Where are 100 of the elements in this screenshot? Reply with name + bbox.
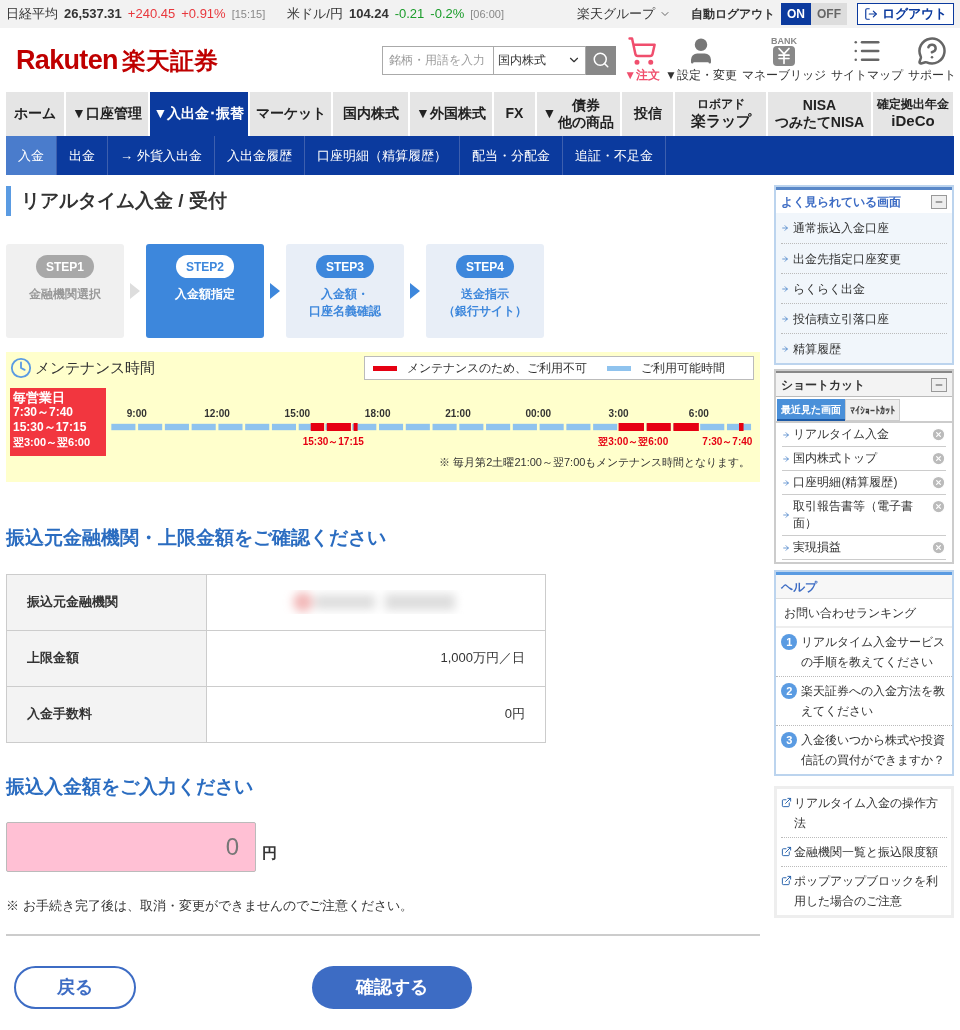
nav-tab[interactable]: 確定拠出年金 iDeCo	[873, 92, 953, 136]
external-link[interactable]: リアルタイム入金の操作方法	[781, 789, 947, 837]
nav-tab[interactable]: FX	[494, 92, 535, 136]
time-tick: 18:00	[364, 407, 391, 421]
ticker-time: [15:15]	[231, 6, 266, 22]
ticker-percent: +0.91%	[181, 5, 226, 24]
nav-tab[interactable]: ▼外国株式	[410, 92, 492, 136]
arrow-icon	[782, 478, 791, 487]
remove-icon[interactable]	[931, 451, 946, 466]
rank-number: 1	[781, 634, 798, 650]
popular-link[interactable]: 出金先指定口座変更	[781, 243, 947, 273]
shortcut-link[interactable]: 口座明細(精算履歴)	[782, 474, 923, 491]
sub-nav-link[interactable]: 出金	[57, 136, 108, 175]
remove-icon[interactable]	[931, 499, 946, 514]
help-ranking-link[interactable]: 2 楽天証券への入金方法を教えてください	[776, 676, 952, 725]
nav-tab[interactable]: ▼入出金･振替	[150, 92, 248, 136]
step-arrow-icon	[130, 283, 140, 299]
confirm-button[interactable]: 確認する	[312, 965, 472, 1009]
external-link[interactable]: ポップアップブロックを利用した場合のご注意	[781, 866, 947, 915]
sub-nav-link[interactable]: 入金	[6, 136, 57, 175]
header-icon-link[interactable]: BANK マネーブリッジ	[742, 37, 826, 84]
back-button[interactable]: 戻る	[14, 965, 136, 1009]
step-label: 入金額指定	[175, 286, 235, 303]
panel-title: よく見られている画面	[781, 193, 902, 211]
shortcut-link[interactable]: 国内株式トップ	[782, 450, 923, 467]
daily-title: 毎営業日	[13, 390, 66, 405]
arrow-icon	[782, 454, 791, 463]
arrow-icon	[781, 224, 790, 232]
nav-tab[interactable]: 国内株式	[333, 92, 408, 136]
external-link[interactable]: 金融機関一覧と振込限度額	[781, 837, 947, 866]
unit-label: 円	[262, 842, 277, 863]
panel-title: ショートカット	[781, 376, 866, 394]
shortcut-link[interactable]: 実現損益	[782, 539, 923, 556]
logout-button[interactable]: ログアウト	[857, 3, 954, 25]
logo[interactable]: Rakuten 楽天証券	[16, 39, 218, 81]
auto-logout-toggle[interactable]: ON OFF	[781, 3, 847, 25]
cart-icon	[627, 36, 658, 66]
remove-icon[interactable]	[931, 475, 946, 490]
popular-link[interactable]: 通常振込入金口座	[781, 213, 947, 243]
toggle-on-label: ON	[781, 3, 811, 25]
remove-icon[interactable]	[931, 540, 946, 555]
logo-japanese: 楽天証券	[121, 45, 218, 76]
maintenance-range-label: 7:30～7:40	[702, 435, 753, 449]
legend-label: メンテナンスのため、ご利用不可	[407, 360, 589, 377]
maintenance-title: メンテナンス時間	[35, 357, 155, 378]
search-field[interactable]: 銘柄・用語を入力	[382, 45, 495, 75]
sub-nav-link[interactable]: 追証・不足金	[562, 136, 666, 175]
search-button[interactable]	[586, 45, 617, 75]
time-tick: 21:00	[445, 407, 471, 421]
help-subtitle: お問い合わせランキング	[776, 599, 952, 628]
legend-label: ご利用可能時間	[641, 360, 726, 377]
collapse-button[interactable]	[931, 194, 947, 209]
ticker-name: 日経平均	[6, 5, 58, 24]
auto-logout-label: 自動ログアウト	[691, 6, 775, 23]
header-icon-link[interactable]: ▼設定・変更	[665, 36, 737, 84]
new-window-icon	[781, 846, 793, 857]
help-ranking-link[interactable]: 3 入金後いつから株式や投資信託の買付ができますか？	[776, 725, 952, 774]
group-menu[interactable]: 楽天グループ	[577, 4, 671, 24]
unavailable-swatch-icon	[373, 365, 398, 371]
collapse-button[interactable]	[931, 377, 947, 392]
available-swatch-icon	[607, 365, 632, 371]
maintenance-range-label: 15:30～17:15	[302, 435, 364, 449]
nav-tab[interactable]: ホーム	[6, 92, 64, 136]
shortcut-link[interactable]: 取引報告書等（電子書面）	[782, 498, 923, 532]
table-header-cell: 入金手数料	[6, 686, 207, 742]
nav-tab[interactable]: NISA つみたてNISA	[768, 92, 871, 136]
sub-nav-link[interactable]: 口座明細（精算履歴）	[304, 136, 460, 175]
popular-link[interactable]: 投信積立引落口座	[781, 303, 947, 333]
nav-tab[interactable]: ▼口座管理	[66, 92, 148, 136]
nav-tab[interactable]: 投信	[622, 92, 673, 136]
table-header-cell: 上限金額	[6, 630, 207, 686]
nav-tab[interactable]: マーケット	[250, 92, 331, 136]
clock-icon	[10, 357, 32, 379]
step-label: 送金指示 （銀行サイト）	[443, 286, 527, 320]
remove-icon[interactable]	[931, 427, 946, 442]
sub-nav-link[interactable]: 配当・分配金	[459, 136, 563, 175]
step-badge: STEP3	[316, 255, 374, 278]
table-cell: 1,000万円／日	[206, 630, 546, 686]
step-badge: STEP4	[456, 255, 514, 278]
maintenance-note: ※ 毎月第2土曜21:00～翌7:00もメンテナンス時間となります。	[438, 455, 752, 470]
shortcut-link[interactable]: リアルタイム入金	[782, 426, 923, 443]
popular-link[interactable]: 精算履歴	[781, 333, 947, 363]
sub-nav-link[interactable]: 入出金履歴	[214, 136, 305, 175]
daily-time: 7:30～7:40	[13, 405, 75, 420]
popular-link[interactable]: らくらく出金	[781, 273, 947, 303]
shortcut-tab[interactable]: ﾏｲｼｮｰﾄｶｯﾄ	[845, 399, 901, 421]
sub-nav-link[interactable]: → 外貨入出金	[108, 136, 215, 175]
maintenance-range-label: 翌3:00～翌6:00	[598, 435, 669, 449]
help-ranking-link[interactable]: 1 リアルタイム入金サービスの手順を教えてください	[776, 628, 952, 676]
step-badge: STEP2	[176, 255, 234, 278]
nav-tab[interactable]: ロボアド 楽ラップ	[675, 92, 766, 136]
ticker-time: [06:00]	[470, 6, 504, 22]
ticker-change: +240.45	[127, 5, 176, 24]
header-icon-link[interactable]: サイトマップ	[831, 36, 903, 84]
header-icon-link[interactable]: サポート	[908, 36, 956, 84]
logo-latin: Rakuten	[16, 43, 118, 77]
new-window-icon	[781, 875, 793, 886]
ticker-percent: -0.2%	[430, 5, 465, 24]
time-tick: 6:00	[688, 407, 709, 421]
arrow-icon	[781, 314, 790, 323]
